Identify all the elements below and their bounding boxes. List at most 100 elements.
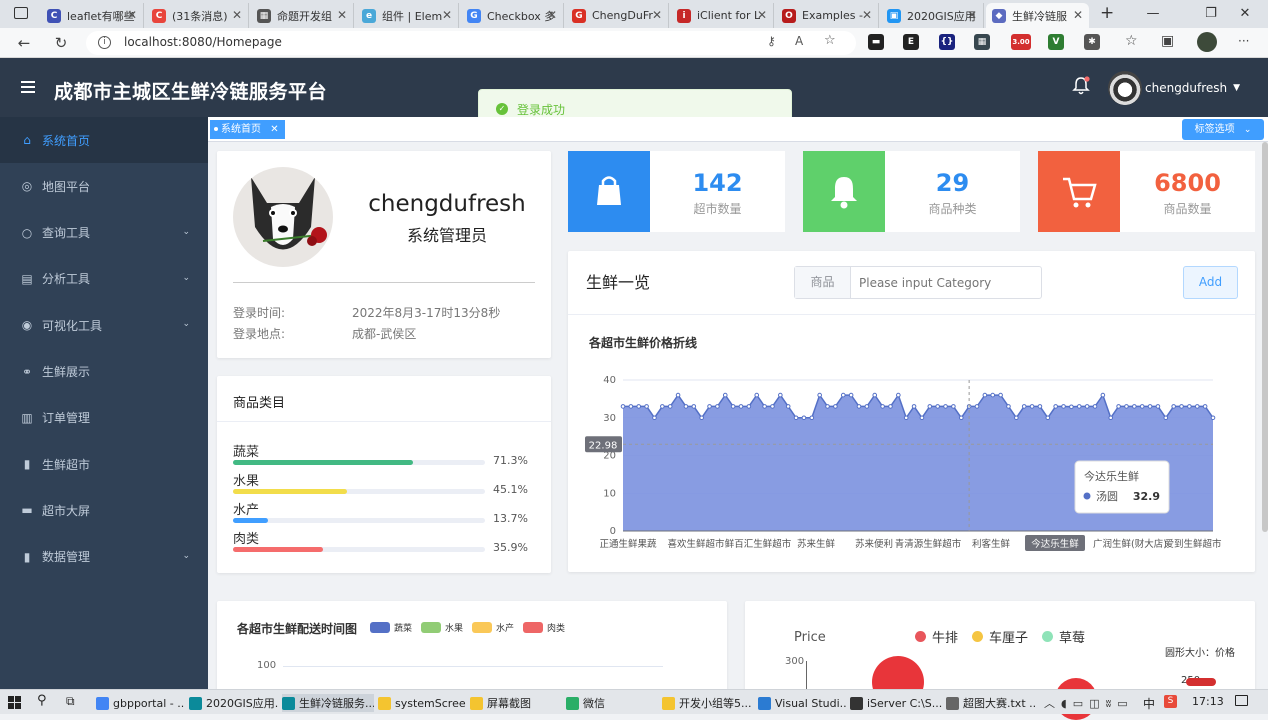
stat-card[interactable]: 29 商品种类 <box>803 151 1020 232</box>
data-point[interactable] <box>1069 404 1074 410</box>
data-point[interactable] <box>1163 415 1169 421</box>
data-point[interactable] <box>1155 404 1161 409</box>
data-point[interactable] <box>982 392 988 398</box>
close-icon[interactable]: ✕ <box>442 8 452 22</box>
add-button[interactable]: Add <box>1183 266 1238 299</box>
collections-icon[interactable]: ▣ <box>1161 33 1174 49</box>
extension-icon[interactable]: ▦ <box>974 34 990 50</box>
data-point[interactable] <box>903 415 909 421</box>
minimize-button[interactable]: — <box>1130 0 1176 28</box>
data-point[interactable] <box>1029 404 1035 409</box>
tray-icons[interactable]: ︿◖▭◫ʬ▭ <box>1044 695 1134 711</box>
browser-tab[interactable]: G Checkbox 多 ✕ <box>461 3 564 28</box>
data-point[interactable] <box>840 392 846 398</box>
data-point[interactable] <box>691 404 697 409</box>
taskbar-app[interactable]: gbpportal - ... <box>96 694 185 712</box>
data-point[interactable] <box>762 404 767 409</box>
data-point[interactable] <box>864 404 870 409</box>
sidebar-item[interactable]: ⚭ 生鲜展示 <box>0 349 208 395</box>
data-point[interactable] <box>943 404 948 409</box>
close-icon[interactable]: ✕ <box>337 8 347 22</box>
data-point[interactable] <box>856 404 862 409</box>
legend-item[interactable]: 草莓 <box>1042 627 1085 646</box>
price-line-chart[interactable]: 010203040正通生鲜果蔬 喜欢生鲜超市 鲜百汇生鲜超市 苏来生鲜 苏来便利 青清源生… <box>568 360 1255 560</box>
browser-tab[interactable]: ◆ 生鲜冷链服 ✕ <box>986 3 1089 28</box>
clock[interactable]: 17:13 <box>1192 695 1224 708</box>
data-point[interactable] <box>919 415 925 421</box>
browser-tab[interactable]: C (31条消息) ✕ <box>146 3 249 28</box>
stat-card[interactable]: 142 超市数量 <box>568 151 785 232</box>
extension-icon[interactable]: ▬ <box>868 34 884 50</box>
taskbar-app[interactable]: 微信 <box>566 694 658 712</box>
data-point[interactable] <box>754 392 760 398</box>
legend-item[interactable]: 车厘子 <box>972 627 1028 646</box>
sidebar-item[interactable]: ⌂ 系统首页 <box>0 117 208 163</box>
data-point[interactable] <box>1116 404 1121 409</box>
tag-options-button[interactable]: 标签选项 ⌄ <box>1182 119 1264 140</box>
data-point[interactable] <box>1210 415 1216 421</box>
search-icon[interactable]: ⚲ <box>37 693 47 708</box>
close-icon[interactable]: ✕ <box>967 8 977 22</box>
data-point[interactable] <box>801 415 807 421</box>
data-point[interactable] <box>1014 415 1019 421</box>
data-point[interactable] <box>636 404 642 409</box>
close-icon[interactable]: ✕ <box>862 8 872 22</box>
data-point[interactable] <box>1006 404 1011 409</box>
address-bar[interactable]: i localhost:8080/Homepage ⚷ A ☆ <box>86 31 856 55</box>
data-point[interactable] <box>1092 404 1098 409</box>
extension-icon[interactable]: ✱ <box>1084 34 1100 50</box>
close-icon[interactable]: ✕ <box>1073 8 1083 22</box>
data-point[interactable] <box>660 404 665 409</box>
close-window-button[interactable]: ✕ <box>1222 0 1268 28</box>
browser-tab[interactable]: ▦ 命题开发组 ✕ <box>251 3 354 28</box>
browser-tab[interactable]: Cleaflet有哪些 ✕ <box>41 3 144 28</box>
data-point[interactable] <box>770 404 775 409</box>
taskbar-app[interactable]: 超图大赛.txt ... <box>946 694 1036 712</box>
data-point[interactable] <box>1202 404 1208 409</box>
hamburger-menu-icon[interactable] <box>21 81 35 96</box>
data-point[interactable] <box>990 392 996 398</box>
profile-avatar[interactable] <box>1197 32 1217 52</box>
close-icon[interactable]: ✕ <box>757 8 767 22</box>
sogou-icon[interactable]: S <box>1164 695 1177 708</box>
data-point[interactable] <box>778 392 783 398</box>
legend-item[interactable]: 蔬菜 <box>370 621 412 634</box>
sidebar-item[interactable]: ▬ 超市大屏 <box>0 487 208 533</box>
close-icon[interactable]: ✕ <box>652 8 662 22</box>
browser-tab[interactable]: ▣ 2020GIS应用 ✕ <box>881 3 984 28</box>
data-point[interactable] <box>785 404 791 409</box>
browser-tab[interactable]: e 组件 | Elem ✕ <box>356 3 459 28</box>
browser-tab[interactable]: O Examples - ✕ <box>776 3 879 28</box>
page-scrollbar[interactable] <box>1262 142 1268 532</box>
legend-item[interactable]: 肉类 <box>523 621 565 634</box>
data-point[interactable] <box>1108 415 1114 421</box>
extension-icon[interactable]: V <box>1048 34 1064 50</box>
data-point[interactable] <box>1061 404 1066 409</box>
notification-center-icon[interactable] <box>1235 695 1248 706</box>
data-point[interactable] <box>880 404 885 409</box>
close-icon[interactable]: ✕ <box>547 8 557 22</box>
legend-item[interactable]: 牛排 <box>915 627 958 646</box>
data-point[interactable] <box>817 392 822 398</box>
data-point[interactable] <box>707 404 712 409</box>
browser-tab[interactable]: i iClient for L ✕ <box>671 3 774 28</box>
data-point[interactable] <box>1084 404 1090 409</box>
refresh-icon[interactable]: ↻ <box>50 32 72 54</box>
data-point[interactable] <box>888 404 893 409</box>
taskbar-app[interactable]: 生鲜冷链服务... <box>282 694 374 712</box>
data-point[interactable] <box>1171 404 1176 409</box>
data-point[interactable] <box>1179 404 1184 409</box>
data-point[interactable] <box>722 392 728 398</box>
windows-start-icon[interactable] <box>8 696 21 709</box>
data-point[interactable] <box>793 415 799 421</box>
data-point[interactable] <box>1187 404 1192 409</box>
tag-home[interactable]: 系统首页 ✕ <box>210 120 285 139</box>
data-point[interactable] <box>911 404 917 409</box>
stat-card[interactable]: 6800 商品数量 <box>1038 151 1255 232</box>
data-point[interactable] <box>1194 404 1200 409</box>
data-point[interactable] <box>825 404 830 409</box>
data-point[interactable] <box>730 404 736 409</box>
sidebar-item[interactable]: ○ 查询工具 ⌄ <box>0 210 208 256</box>
taskbar-app[interactable]: systemScreen <box>378 694 466 712</box>
data-point[interactable] <box>872 392 878 398</box>
